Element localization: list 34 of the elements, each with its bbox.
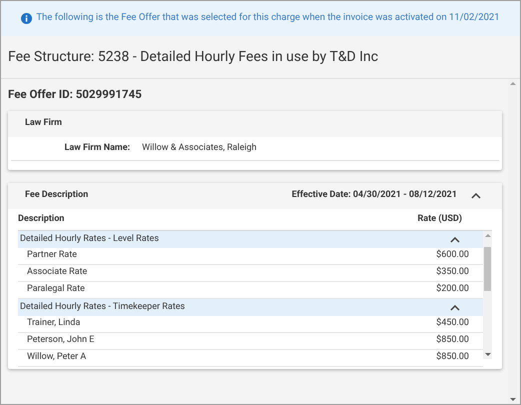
effective-date: Effective Date: 04/30/2021 - 08/12/2021 [292,189,457,202]
group-name: Detailed Hourly Rates - Timekeeper Rates [20,300,186,314]
table-cell-text: $850.00 [436,351,469,364]
group-row[interactable]: Detailed Hourly Rates - Timekeeper Rates [18,299,483,316]
table-cell-text: $600.00 [436,249,469,262]
group-name: Detailed Hourly Rates - Level Rates [20,232,160,246]
info-text: The following is the Fee Offer that was selected for this charge when the invoice was activated on 11/02/2021 [36,11,500,26]
page-title: Fee Structure: 5238 - Detailed Hourly Fees in use by T&D Inc [8,48,378,66]
table-cell-text: $200.00 [436,283,469,296]
table-cell-text: $350.00 [436,266,469,280]
scrollbar[interactable] [483,231,492,359]
field-label: Law Firm Name: [63,142,130,155]
table-cell-text: Paralegal Rate [27,283,86,296]
chevron-up-icon[interactable] [450,236,460,242]
fee-offer-id: Fee Offer ID: 5029991745 [8,86,142,104]
chevron-up-icon[interactable] [450,304,460,310]
column-header: Description [18,212,66,226]
chevron-up-icon[interactable] [471,193,481,199]
table-cell-text: Willow, Peter A [27,351,88,364]
scroll-down-icon[interactable] [484,351,490,357]
table-cell-text: Peterson, John E [27,334,96,348]
card-heading: Fee Description [25,189,90,202]
table-cell-text: $450.00 [436,317,469,330]
column-header: Rate (USD) [418,212,462,226]
table-cell-text: $850.00 [436,334,469,348]
table-cell-text: Associate Rate [27,266,88,280]
group-row[interactable]: Detailed Hourly Rates - Level Rates [18,231,483,248]
info-icon [21,13,32,24]
card-heading: Law Firm [25,117,62,130]
table-cell-text: Trainer, Linda [27,317,82,330]
scrollbar[interactable] [508,79,517,404]
table-cell-text: Partner Rate [27,249,78,262]
field-value: Willow & Associates, Raleigh [142,142,257,155]
scroll-down-icon[interactable] [510,396,516,402]
